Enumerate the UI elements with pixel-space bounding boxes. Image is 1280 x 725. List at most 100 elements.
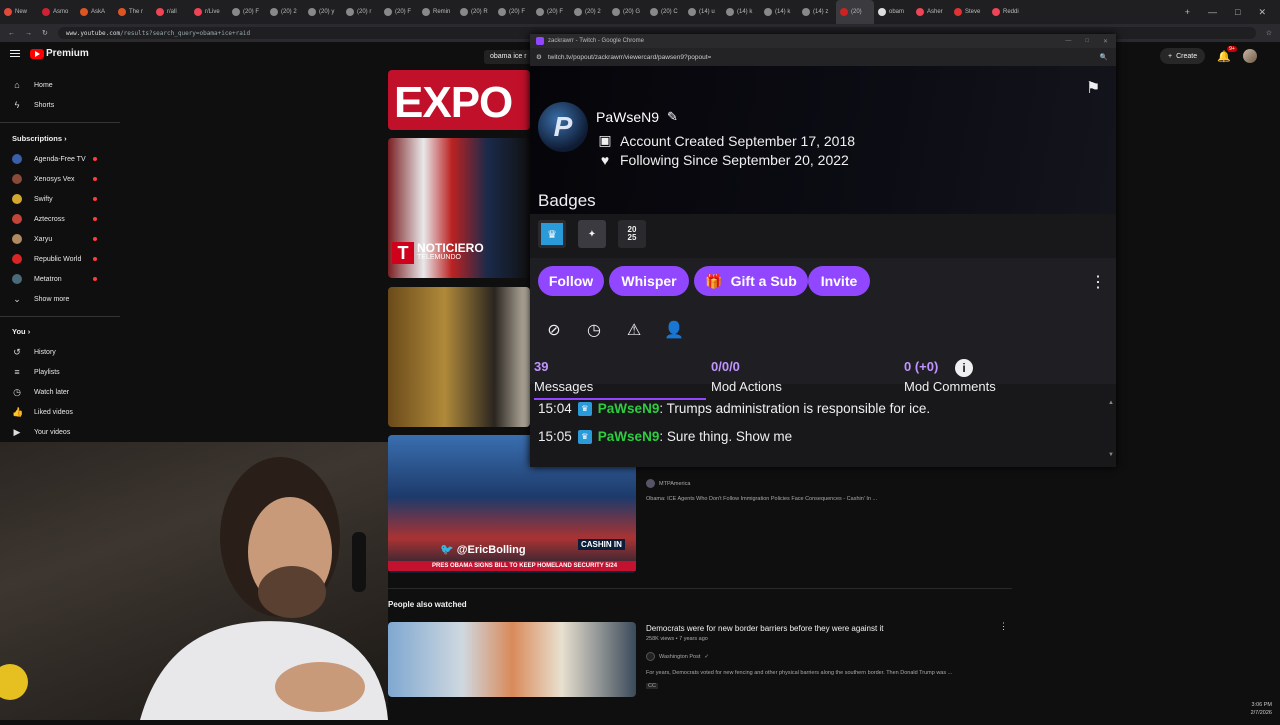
browser-tab[interactable]: The r xyxy=(114,0,152,24)
tab-messages[interactable]: Messages xyxy=(534,379,593,394)
sidebar-item-shorts[interactable]: ϟ Shorts xyxy=(12,100,55,110)
video-channel[interactable]: MTPAmerica xyxy=(646,479,690,488)
more-options-icon[interactable]: ⋮ xyxy=(999,621,1008,632)
show-more-button[interactable]: ⌄ Show more xyxy=(12,294,69,304)
zoom-icon[interactable]: 🔍 xyxy=(1100,53,1116,61)
year-badge-icon[interactable]: 20 25 xyxy=(618,220,646,248)
sidebar-item-subscription[interactable]: Metatron xyxy=(12,274,62,284)
browser-tab[interactable]: (20) 2 xyxy=(570,0,608,24)
browser-tab[interactable]: AskA xyxy=(76,0,114,24)
invite-button[interactable]: Invite xyxy=(808,266,870,296)
subscriber-badge-icon[interactable]: ♛ xyxy=(538,220,566,248)
report-flag-icon[interactable]: ⚑ xyxy=(1086,78,1100,98)
subscriptions-heading[interactable]: Subscriptions › xyxy=(12,134,67,143)
whisper-button[interactable]: Whisper xyxy=(609,266,689,296)
sidebar-item-subscription[interactable]: Xaryu xyxy=(12,234,52,244)
site-info-icon[interactable]: ⚙ xyxy=(536,53,542,61)
browser-tab[interactable]: (20) y xyxy=(304,0,342,24)
video-thumbnail[interactable] xyxy=(388,287,530,427)
you-heading[interactable]: You › xyxy=(12,327,30,336)
create-button[interactable]: + Create xyxy=(1160,48,1206,64)
browser-tab[interactable]: (20) F xyxy=(494,0,532,24)
sidebar-item-liked[interactable]: 👍 Liked videos xyxy=(12,407,73,417)
browser-tab[interactable]: (20) F xyxy=(228,0,266,24)
reload-icon[interactable]: ↻ xyxy=(42,29,48,37)
browser-tab[interactable]: (14) k xyxy=(722,0,760,24)
back-icon[interactable]: ← xyxy=(8,30,15,37)
sidebar-item-watch-later[interactable]: ◷ Watch later xyxy=(12,387,69,397)
gift-sub-button[interactable]: 🎁 Gift a Sub xyxy=(694,266,808,296)
browser-tab[interactable]: New xyxy=(0,0,38,24)
browser-tab[interactable]: r/Live xyxy=(190,0,228,24)
sidebar-item-home[interactable]: ⌂ Home xyxy=(12,80,52,90)
browser-tab[interactable]: Asmo xyxy=(38,0,76,24)
browser-tab[interactable]: Steve xyxy=(950,0,988,24)
video-meta: 258K views • 7 years ago xyxy=(646,636,708,642)
user-avatar[interactable]: P xyxy=(538,102,588,152)
webcam-overlay xyxy=(0,442,388,720)
forward-icon[interactable]: → xyxy=(25,30,32,37)
browser-tab[interactable]: obam xyxy=(874,0,912,24)
add-mod-user-icon[interactable]: 👤 xyxy=(664,320,684,340)
window-titlebar: zackrawrr - Twitch - Google Chrome — □ ✕ xyxy=(530,34,1116,48)
browser-tab[interactable]: (20) G xyxy=(608,0,646,24)
maximize-icon[interactable]: □ xyxy=(1235,7,1240,18)
video-channel[interactable]: Washington Post ✓ xyxy=(646,652,709,661)
browser-tab[interactable]: (20) F xyxy=(380,0,418,24)
video-thumbnail[interactable]: T NOTICIERO TELEMUNDO xyxy=(388,138,530,278)
close-icon[interactable]: ✕ xyxy=(1258,7,1266,18)
warning-icon[interactable]: ⚠ xyxy=(624,320,644,340)
avatar[interactable] xyxy=(1242,49,1257,63)
close-icon[interactable]: ✕ xyxy=(1103,38,1108,45)
timeout-clock-icon[interactable]: ◷ xyxy=(584,320,604,340)
ban-icon[interactable]: ⊘ xyxy=(544,320,564,340)
chat-scrollbar[interactable]: ▲ ▼ xyxy=(1108,400,1114,464)
browser-tab[interactable]: (20) F xyxy=(532,0,570,24)
browser-tab[interactable]: Remin xyxy=(418,0,456,24)
browser-tab[interactable]: (20) xyxy=(836,0,874,24)
sidebar-item-your-videos[interactable]: ▶ Your videos xyxy=(12,427,71,437)
video-title[interactable]: Democrats were for new border barriers b… xyxy=(646,624,883,633)
browser-tab[interactable]: (14) z xyxy=(798,0,836,24)
browser-tab[interactable]: (14) k xyxy=(760,0,798,24)
sidebar-item-subscription[interactable]: Agenda-Free TV xyxy=(12,154,86,164)
browser-tab[interactable]: Reddi xyxy=(988,0,1026,24)
browser-tab[interactable]: Asher xyxy=(912,0,950,24)
tab-mod-actions[interactable]: Mod Actions xyxy=(711,379,782,394)
minimize-icon[interactable]: — xyxy=(1208,7,1217,18)
youtube-logo[interactable]: Premium xyxy=(10,48,89,59)
browser-tab[interactable]: (20) R xyxy=(456,0,494,24)
browser-tab[interactable]: (14) u xyxy=(684,0,722,24)
sidebar-item-subscription[interactable]: Swifty xyxy=(12,194,53,204)
event-badge-icon[interactable]: ✦ xyxy=(578,220,606,248)
sidebar-item-subscription[interactable]: Republic World xyxy=(12,254,81,264)
sidebar-item-playlists[interactable]: ≡ Playlists xyxy=(12,367,59,377)
video-thumbnail[interactable]: EXPO xyxy=(388,70,530,130)
chat-username[interactable]: PaWseN9 xyxy=(598,429,660,444)
more-options-icon[interactable]: ⋮ xyxy=(1090,272,1106,292)
info-icon[interactable]: i xyxy=(955,359,973,377)
search-query-chip[interactable]: obama ice r xyxy=(484,50,533,64)
popout-url-bar[interactable]: ⚙ twitch.tv/popout/zackrawrr/viewercard/… xyxy=(530,48,1116,66)
browser-tab[interactable]: (20) 2 xyxy=(266,0,304,24)
tab-mod-comments[interactable]: Mod Comments xyxy=(904,379,996,394)
maximize-icon[interactable]: □ xyxy=(1085,38,1089,45)
mod-comments-count: 0 (+0) xyxy=(904,359,939,374)
browser-tab[interactable]: (20) r xyxy=(342,0,380,24)
browser-tab[interactable]: r/all xyxy=(152,0,190,24)
browser-tab[interactable]: (20) C xyxy=(646,0,684,24)
notifications-bell-icon[interactable]: 🔔 9+ xyxy=(1217,45,1237,63)
username[interactable]: PaWseN9 xyxy=(596,109,659,125)
sidebar-item-subscription[interactable]: Aztecross xyxy=(12,214,65,224)
menu-icon[interactable] xyxy=(10,50,20,57)
minimize-icon[interactable]: — xyxy=(1065,38,1071,45)
pencil-icon[interactable]: ✎ xyxy=(667,109,678,125)
sidebar-item-history[interactable]: ↺ History xyxy=(12,347,56,357)
follow-button[interactable]: Follow xyxy=(538,266,604,296)
star-icon[interactable]: ☆ xyxy=(1266,29,1272,37)
sidebar-item-subscription[interactable]: Xenosys Vex xyxy=(12,174,74,184)
video-thumbnail[interactable] xyxy=(388,622,636,697)
chat-username[interactable]: PaWseN9 xyxy=(598,401,660,416)
new-tab-icon[interactable]: + xyxy=(1185,7,1190,18)
twitch-viewer-card-window: zackrawrr - Twitch - Google Chrome — □ ✕ ⚙… xyxy=(530,34,1116,467)
